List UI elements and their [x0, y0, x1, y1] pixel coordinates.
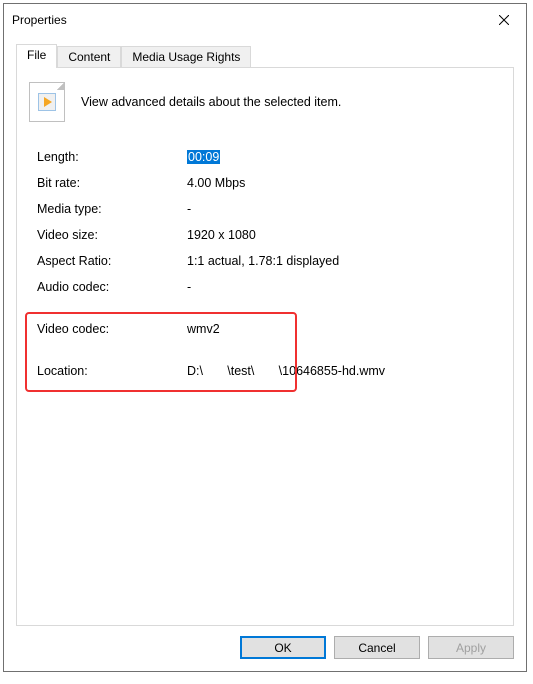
videocodec-value: wmv2	[187, 322, 220, 336]
tab-strip: File Content Media Usage Rights	[16, 44, 514, 67]
videosize-label: Video size:	[37, 228, 187, 242]
videosize-value: 1920 x 1080	[187, 228, 256, 242]
tab-media-usage-rights[interactable]: Media Usage Rights	[121, 46, 251, 67]
mediatype-value: -	[187, 202, 191, 216]
length-value[interactable]: 00:09	[187, 150, 220, 164]
mediatype-label: Media type:	[37, 202, 187, 216]
tab-file[interactable]: File	[16, 44, 57, 68]
property-row-location: Location: D:\ \test\ \10646855-hd.wmv	[37, 364, 501, 378]
length-label: Length:	[37, 150, 187, 164]
bitrate-label: Bit rate:	[37, 176, 187, 190]
titlebar: Properties	[4, 4, 526, 36]
audiocodec-label: Audio codec:	[37, 280, 187, 294]
window-title: Properties	[12, 13, 67, 27]
tab-panel-file: View advanced details about the selected…	[16, 67, 514, 626]
description-text: View advanced details about the selected…	[81, 95, 341, 109]
apply-button: Apply	[428, 636, 514, 659]
property-list: Length: 00:09 Bit rate: 4.00 Mbps Media …	[29, 150, 501, 378]
properties-window: Properties File Content Media Usage Righ…	[3, 3, 527, 672]
tab-content[interactable]: Content	[57, 46, 121, 67]
play-icon	[38, 93, 56, 111]
videocodec-label: Video codec:	[37, 322, 187, 336]
bitrate-value: 4.00 Mbps	[187, 176, 245, 190]
close-button[interactable]	[481, 5, 526, 35]
button-bar: OK Cancel Apply	[16, 626, 514, 659]
ok-button[interactable]: OK	[240, 636, 326, 659]
cancel-button[interactable]: Cancel	[334, 636, 420, 659]
location-value: D:\ \test\ \10646855-hd.wmv	[187, 364, 385, 378]
property-row-length: Length: 00:09	[37, 150, 501, 164]
header-row: View advanced details about the selected…	[29, 82, 501, 122]
content-area: File Content Media Usage Rights View adv…	[4, 36, 526, 671]
media-file-icon	[29, 82, 65, 122]
property-row-mediatype: Media type: -	[37, 202, 501, 216]
property-row-bitrate: Bit rate: 4.00 Mbps	[37, 176, 501, 190]
aspect-value: 1:1 actual, 1.78:1 displayed	[187, 254, 339, 268]
property-row-videocodec: Video codec: wmv2	[37, 322, 501, 336]
audiocodec-value: -	[187, 280, 191, 294]
property-row-videosize: Video size: 1920 x 1080	[37, 228, 501, 242]
property-row-aspect: Aspect Ratio: 1:1 actual, 1.78:1 display…	[37, 254, 501, 268]
location-label: Location:	[37, 364, 187, 378]
property-row-audiocodec: Audio codec: -	[37, 280, 501, 294]
close-icon	[499, 15, 509, 25]
aspect-label: Aspect Ratio:	[37, 254, 187, 268]
